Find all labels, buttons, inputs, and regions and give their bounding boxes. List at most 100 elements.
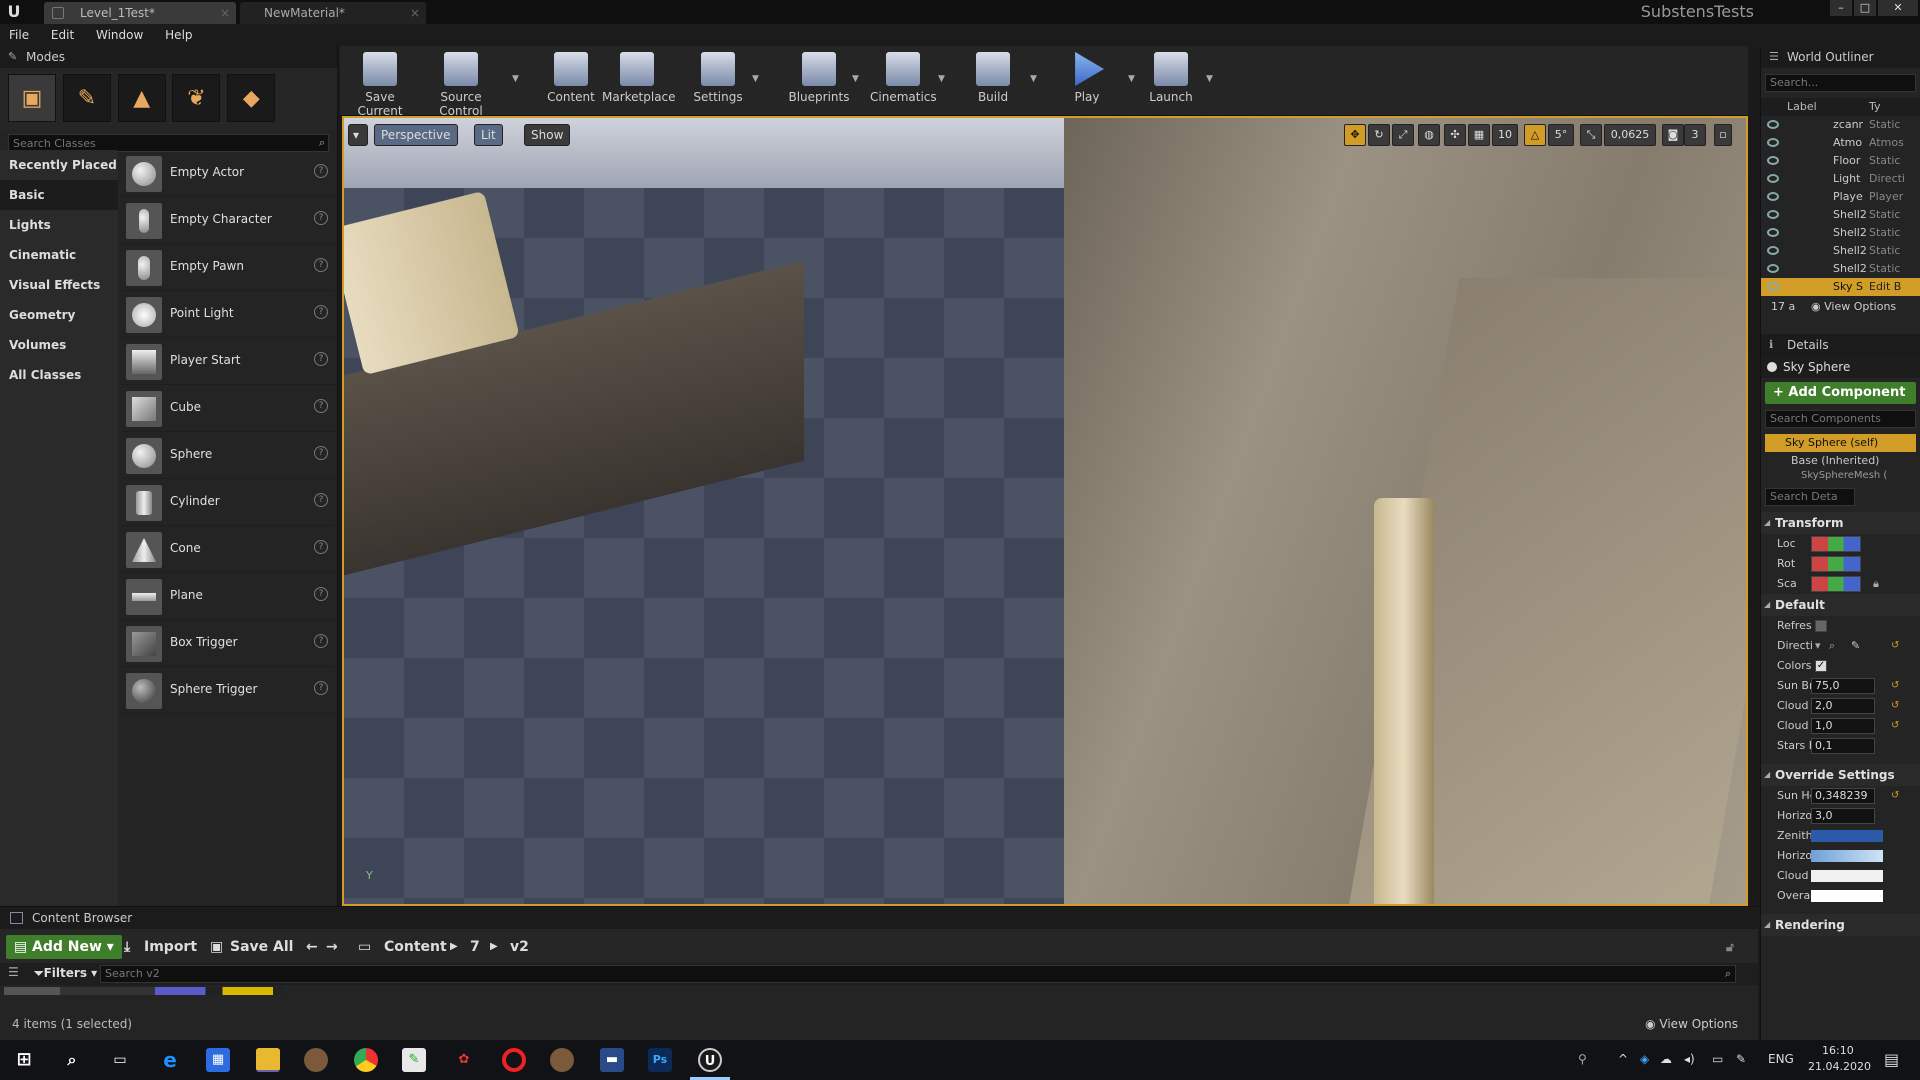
outliner-view-options[interactable]: ◉ View Options — [1811, 296, 1896, 318]
camera-speed-icon[interactable]: ◙ — [1662, 124, 1684, 146]
visibility-eye-icon[interactable] — [1767, 192, 1779, 201]
content-button[interactable]: Content — [546, 50, 596, 112]
viewport-options-dropdown[interactable]: ▾ — [348, 124, 368, 146]
place-item-empty-character[interactable]: Empty Character? — [122, 197, 334, 244]
column-type[interactable]: Ty — [1869, 100, 1881, 113]
cloud-color-swatch[interactable] — [1811, 870, 1883, 882]
selected-actor-name[interactable]: Sky Sphere — [1761, 356, 1920, 378]
help-icon[interactable]: ? — [314, 164, 328, 178]
override-settings-section[interactable]: Override Settings — [1761, 764, 1920, 786]
place-mode-icon[interactable]: ▣ — [8, 74, 56, 122]
visibility-eye-icon[interactable] — [1767, 174, 1779, 183]
opera-icon[interactable] — [502, 1048, 526, 1072]
place-item-sphere-trigger[interactable]: Sphere Trigger? — [122, 667, 334, 714]
default-section[interactable]: Default — [1761, 594, 1920, 616]
rotation-snap-icon[interactable]: △ — [1524, 124, 1546, 146]
unreal-engine-icon[interactable]: U — [698, 1048, 722, 1072]
cinematics-dropdown-icon[interactable]: ▼ — [938, 74, 945, 84]
menu-edit[interactable]: Edit — [42, 24, 83, 46]
visibility-eye-icon[interactable] — [1767, 282, 1779, 291]
scale-snap-value[interactable]: 0,0625 — [1604, 124, 1656, 146]
category-cinematic[interactable]: Cinematic — [0, 240, 118, 270]
search-classes-input[interactable] — [9, 135, 328, 151]
help-icon[interactable]: ? — [314, 634, 328, 648]
windows-start-icon[interactable]: ⊞ — [12, 1048, 36, 1072]
show-button[interactable]: Show — [524, 124, 571, 146]
tab-material[interactable]: NewMaterial* × — [240, 2, 426, 24]
overall-color-swatch[interactable] — [1811, 890, 1883, 902]
menu-window[interactable]: Window — [87, 24, 152, 46]
source-control-button[interactable]: Source Control — [418, 50, 504, 118]
horizon-falloff-input[interactable]: 3,0 — [1811, 808, 1875, 824]
people-icon[interactable]: ⚲ — [1578, 1052, 1587, 1066]
close-icon[interactable]: × — [220, 2, 230, 24]
rotate-tool-icon[interactable]: ↻ — [1368, 124, 1390, 146]
photoshop-icon[interactable]: Ps — [648, 1048, 672, 1072]
app-icon[interactable]: ✎ — [402, 1048, 426, 1072]
place-item-cube[interactable]: Cube? — [122, 385, 334, 432]
asset-thumbnails-strip[interactable] — [4, 987, 284, 995]
blueprints-dropdown-icon[interactable]: ▼ — [852, 74, 859, 84]
cinematics-button[interactable]: Cinematics — [870, 50, 937, 112]
close-window-button[interactable]: ✕ — [1878, 0, 1918, 16]
search-icon[interactable]: ⌕ — [60, 1048, 84, 1072]
cloud-speed-input[interactable]: 2,0 — [1811, 698, 1875, 714]
grid-snap-icon[interactable]: ▦ — [1468, 124, 1490, 146]
launch-dropdown-icon[interactable]: ▼ — [1206, 74, 1213, 84]
tray-chevron-icon[interactable]: ^ — [1618, 1052, 1628, 1066]
blueprints-button[interactable]: Blueprints — [786, 50, 852, 112]
sun-brightness-input[interactable]: 75,0 — [1811, 678, 1875, 694]
close-icon[interactable]: × — [410, 2, 420, 24]
breadcrumb-content[interactable]: Content — [384, 935, 447, 959]
help-icon[interactable]: ? — [314, 540, 328, 554]
outliner-row[interactable]: Shell2 Static — [1761, 224, 1920, 242]
help-icon[interactable]: ? — [314, 305, 328, 319]
volume-icon[interactable]: ◂) — [1684, 1052, 1695, 1066]
visibility-eye-icon[interactable] — [1767, 246, 1779, 255]
scale-tool-icon[interactable]: ⤢ — [1392, 124, 1414, 146]
content-browser-tab[interactable]: Content Browser — [0, 907, 1758, 929]
outliner-row[interactable]: Shell2 Static — [1761, 260, 1920, 278]
perspective-button[interactable]: Perspective — [374, 124, 458, 146]
build-button[interactable]: Build — [968, 50, 1018, 112]
add-new-button[interactable]: ▤ Add New ▾ — [6, 935, 122, 959]
save-current-button[interactable]: Save Current — [346, 50, 414, 118]
outliner-row[interactable]: Shell2 Static — [1761, 242, 1920, 260]
help-icon[interactable]: ? — [314, 587, 328, 601]
file-explorer-icon[interactable] — [256, 1048, 280, 1072]
visibility-eye-icon[interactable] — [1767, 156, 1779, 165]
visibility-eye-icon[interactable] — [1767, 120, 1779, 129]
category-recently-placed[interactable]: Recently Placed — [0, 150, 118, 180]
reset-icon[interactable]: ↺ — [1891, 786, 1899, 806]
outliner-search-field[interactable]: Search... — [1765, 74, 1916, 92]
outliner-row[interactable]: Shell2 Static — [1761, 206, 1920, 224]
place-item-point-light[interactable]: Point Light? — [122, 291, 334, 338]
place-item-plane[interactable]: Plane? — [122, 573, 334, 620]
place-item-cone[interactable]: Cone? — [122, 526, 334, 573]
menu-file[interactable]: File — [0, 24, 38, 46]
picker-icon[interactable]: ✎ — [1851, 636, 1860, 656]
onedrive-icon[interactable]: ☁ — [1660, 1052, 1672, 1066]
foliage-mode-icon[interactable]: ❦ — [172, 74, 221, 122]
task-view-icon[interactable]: ▭ — [108, 1048, 132, 1072]
search-components-field[interactable]: Search Components — [1765, 410, 1916, 428]
network-icon[interactable]: ▭ — [1712, 1052, 1723, 1066]
tray-app-icon[interactable]: ◈ — [1640, 1052, 1649, 1066]
maximize-button[interactable]: □ — [1854, 0, 1876, 16]
category-volumes[interactable]: Volumes — [0, 330, 118, 360]
zenith-color-swatch[interactable] — [1811, 830, 1883, 842]
settings-dropdown-icon[interactable]: ▼ — [752, 74, 759, 84]
settings-button[interactable]: Settings — [690, 50, 746, 112]
outliner-row[interactable]: Atmo Atmos — [1761, 134, 1920, 152]
help-icon[interactable]: ? — [314, 211, 328, 225]
lock-icon[interactable]: 🔓︎ — [1726, 935, 1734, 959]
visibility-eye-icon[interactable] — [1767, 264, 1779, 273]
component-child-item[interactable]: SkySphereMesh ( — [1761, 470, 1920, 482]
search-details-field[interactable]: Search Deta — [1765, 488, 1855, 506]
colors-checkbox[interactable]: ✓ — [1815, 660, 1827, 672]
visibility-eye-icon[interactable] — [1767, 210, 1779, 219]
component-self-item[interactable]: Sky Sphere (self) — [1765, 434, 1916, 452]
notification-icon[interactable]: ▤ — [1884, 1050, 1899, 1069]
component-base-item[interactable]: Base (Inherited) — [1761, 452, 1920, 470]
reset-icon[interactable]: ↺ — [1891, 716, 1899, 736]
